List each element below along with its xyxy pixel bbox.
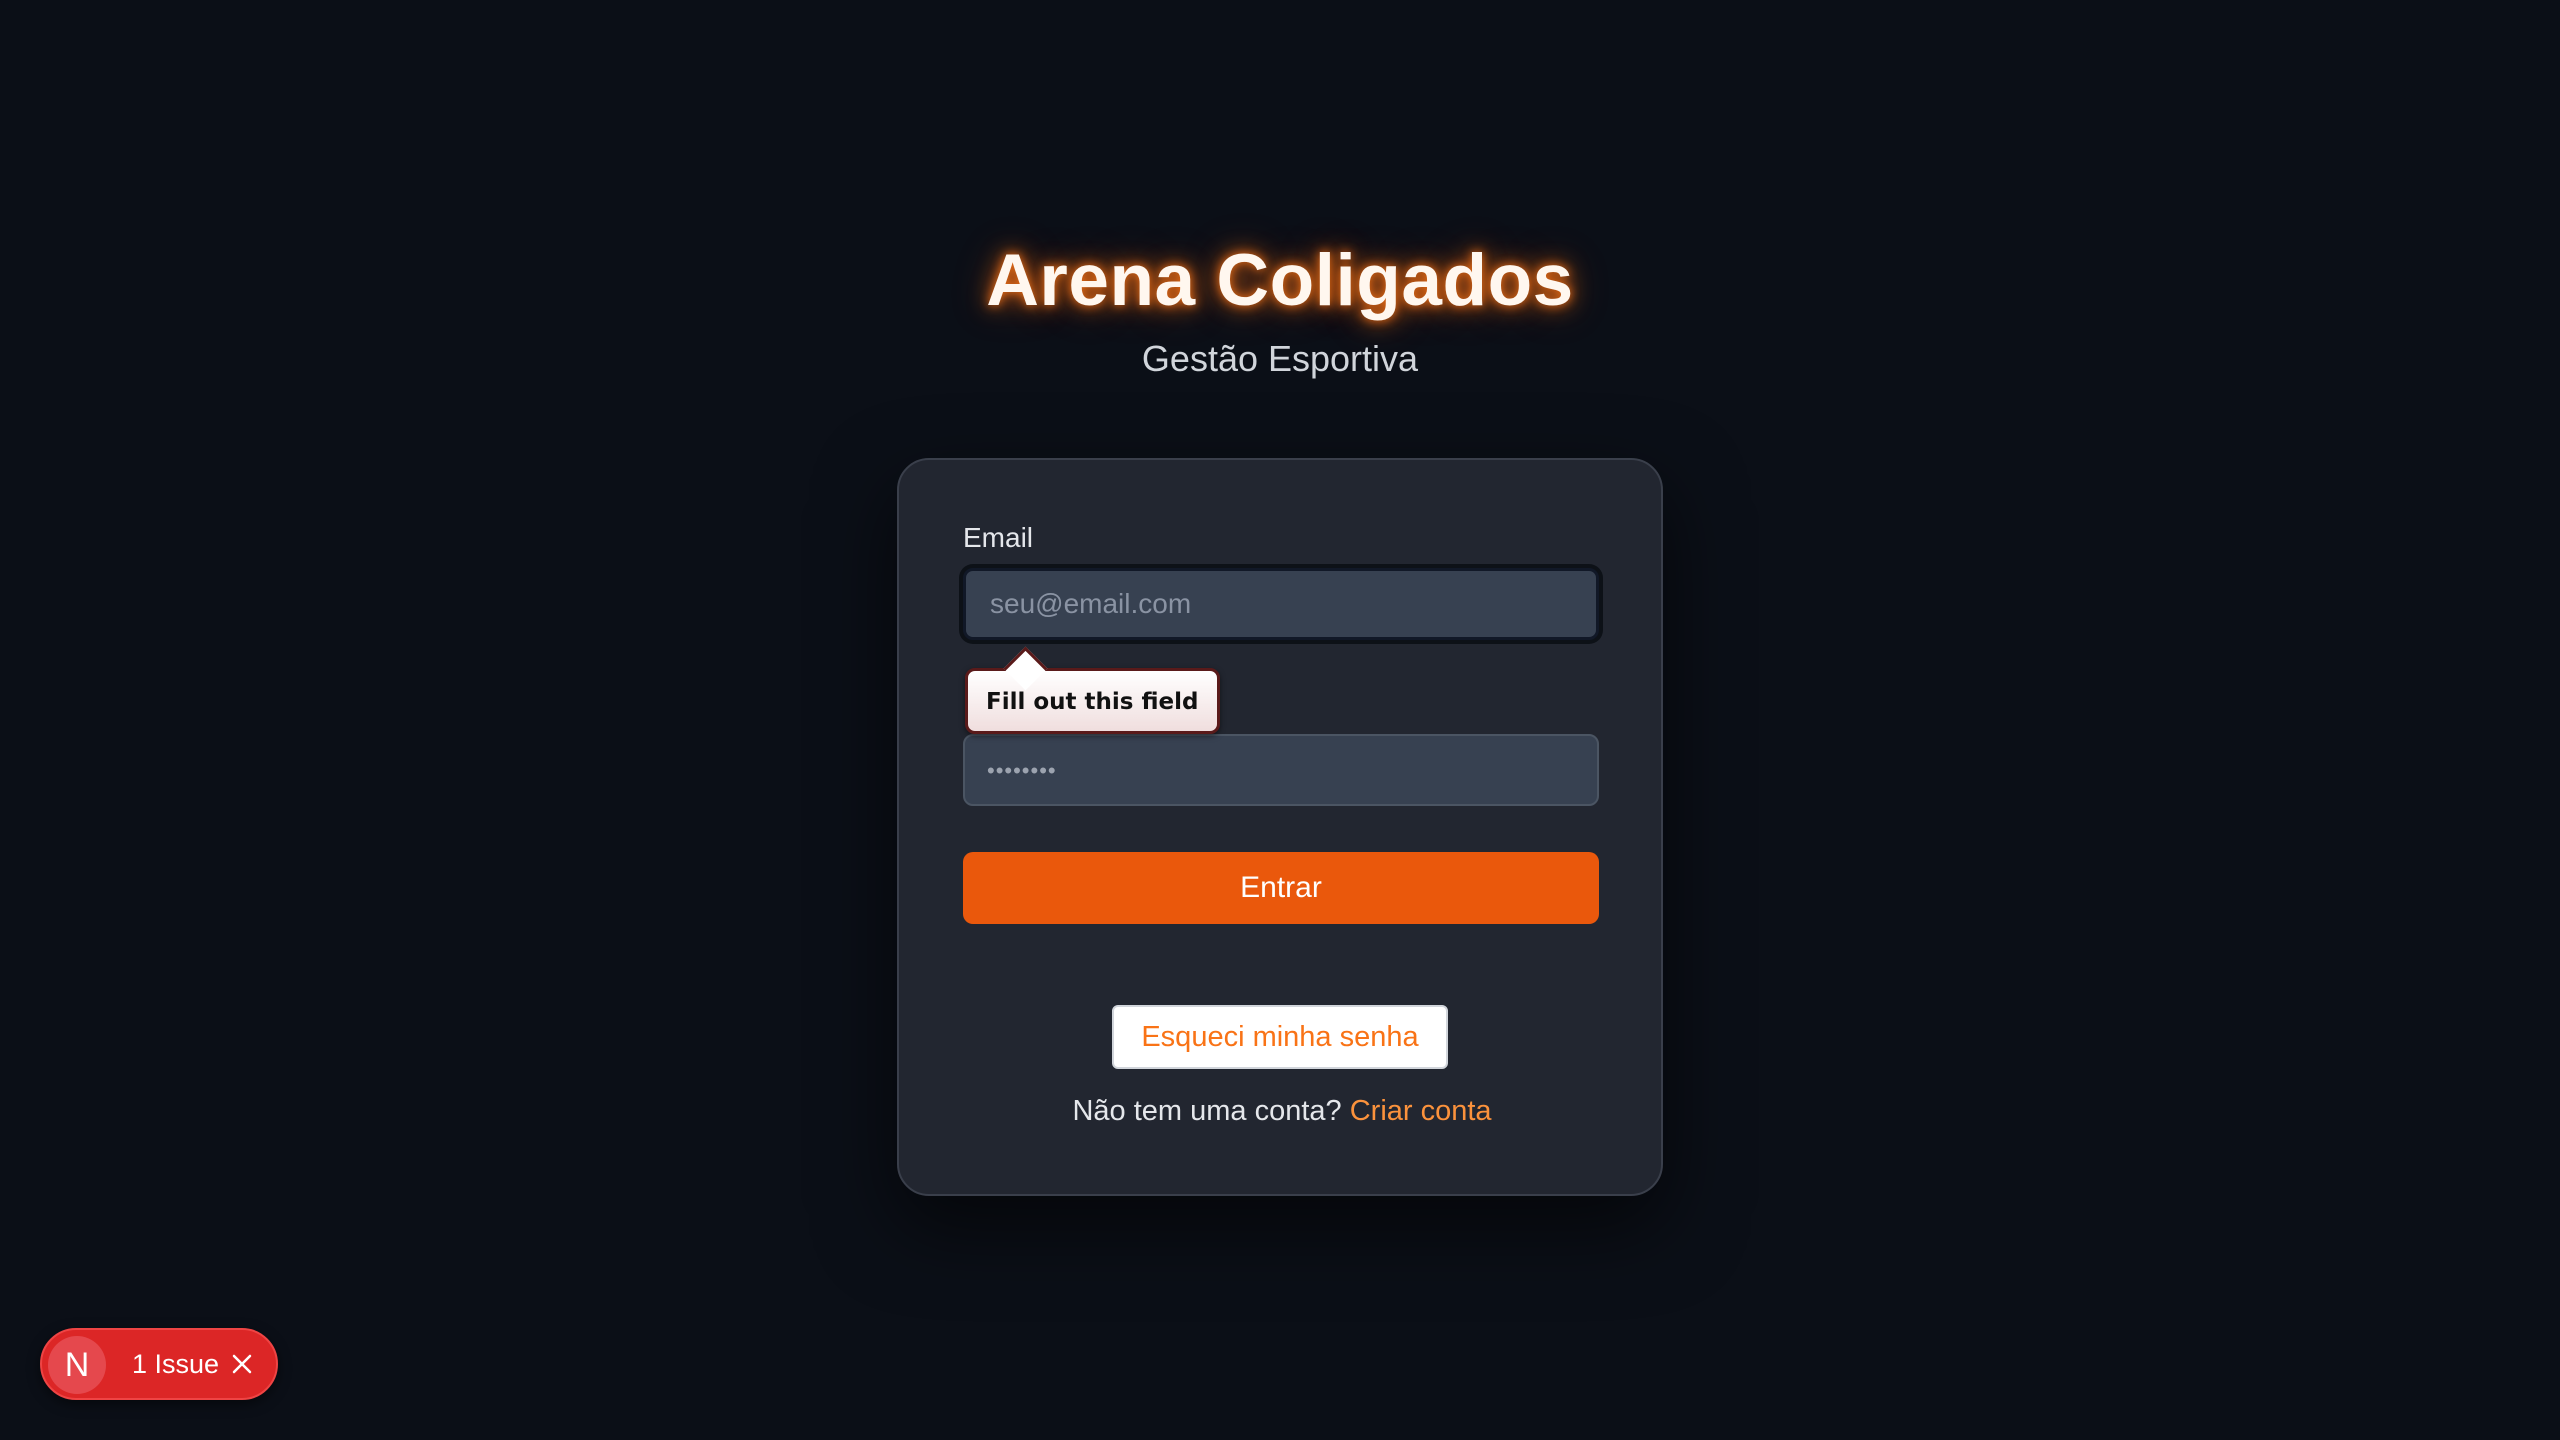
login-button[interactable]: Entrar [963, 852, 1599, 924]
close-icon[interactable] [228, 1350, 256, 1378]
tooltip-arrow [1003, 646, 1048, 691]
create-account-link[interactable]: Criar conta [1350, 1095, 1492, 1127]
brand-header: Arena Coligados Gestão Esportiva [0, 236, 2560, 384]
app-subtitle: Gestão Esportiva [1141, 338, 1419, 379]
forgot-password-button[interactable]: Esqueci minha senha [1112, 1005, 1448, 1069]
dev-issues-badge[interactable]: N 1 Issue [40, 1328, 278, 1400]
login-card: Email •••••••• Fill out this field Entra… [897, 458, 1663, 1196]
email-input[interactable] [963, 568, 1599, 640]
signup-prompt: Não tem uma conta? [1072, 1095, 1342, 1127]
signup-row: Não tem uma conta? Criar conta [899, 1095, 1665, 1128]
validation-tooltip: Fill out this field [965, 646, 1220, 734]
issues-count[interactable]: 1 Issue [132, 1330, 219, 1398]
email-label: Email [963, 522, 1034, 553]
password-placeholder: •••••••• [987, 758, 1057, 783]
app-title: Arena Coligados [986, 240, 1574, 321]
password-input[interactable] [963, 734, 1599, 806]
nextjs-logo-icon: N [48, 1336, 106, 1394]
validation-message: Fill out this field [986, 689, 1199, 715]
